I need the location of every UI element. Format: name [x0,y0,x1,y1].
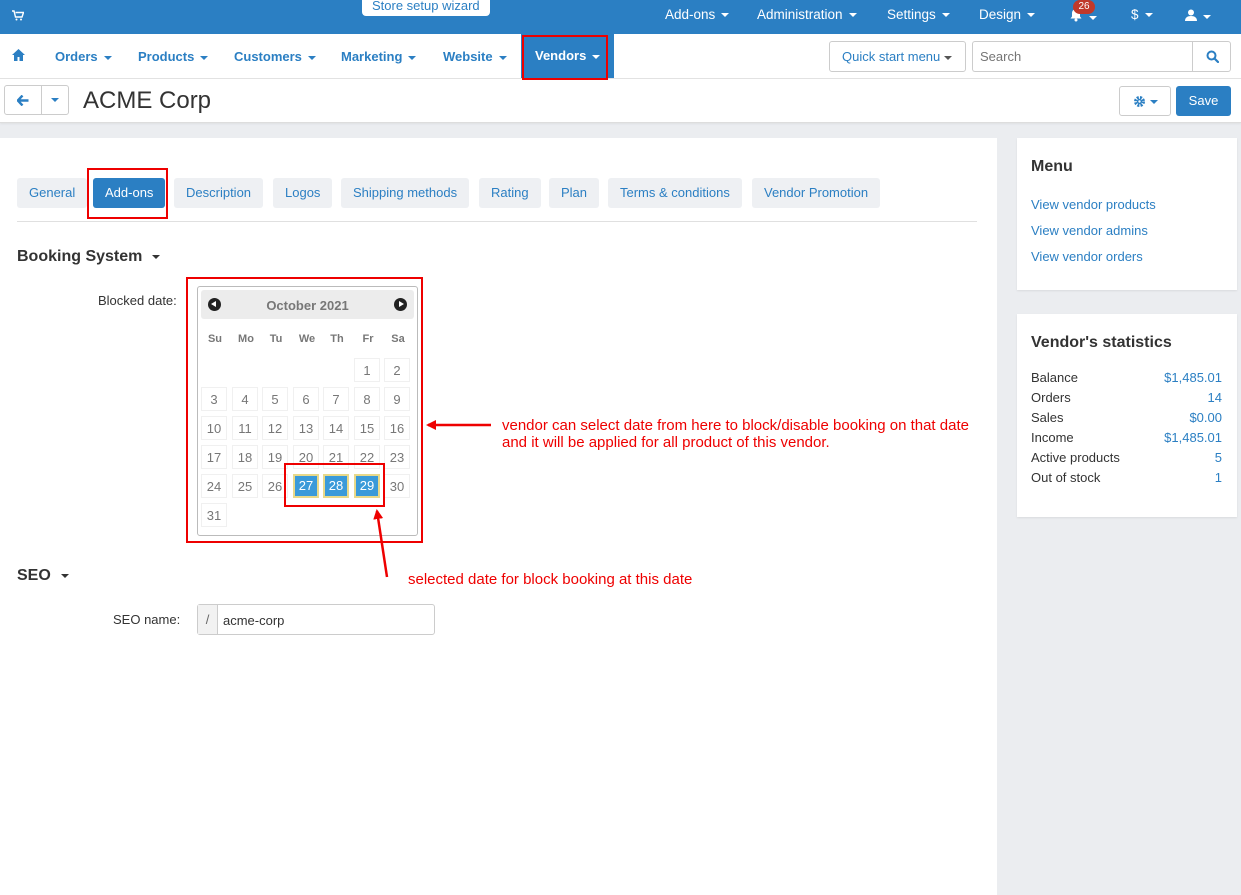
annotation-arrow-selected [373,509,389,578]
annotation-calendar-note-line1: vendor can select date from here to bloc… [502,417,969,434]
annotation-calendar-note: vendor can select date from here to bloc… [502,417,969,451]
annotation-calendar-note-line2: and it will be applied for all product o… [502,434,830,451]
annotation-selected-note: selected date for block booking at this … [408,571,693,588]
